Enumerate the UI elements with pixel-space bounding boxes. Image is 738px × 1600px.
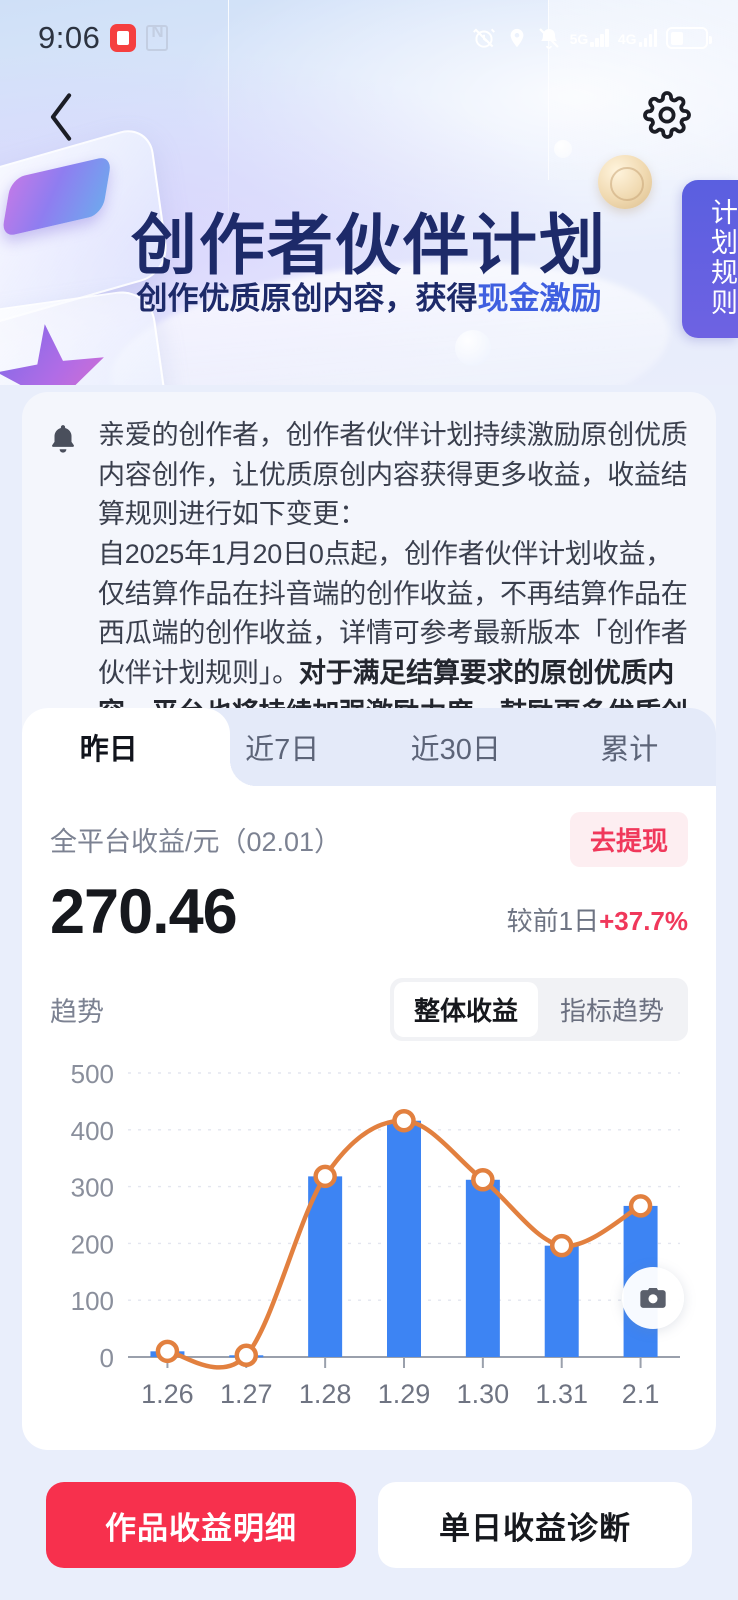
settings-button[interactable] xyxy=(638,88,696,146)
signal-4g-icon: 4G xyxy=(618,29,657,47)
metric-value-row: 270.46 较前1日+37.7% xyxy=(50,881,688,944)
trend-header-row: 趋势 整体收益 指标趋势 xyxy=(50,978,688,1041)
status-bar-clock: 9:06 xyxy=(38,20,101,55)
tab-yesterday[interactable]: 昨日 xyxy=(22,708,196,786)
back-button[interactable] xyxy=(30,88,92,150)
earnings-card: 昨日 近7日 近30日 累计 全平台收益/元（02.01） 去提现 270.46… xyxy=(22,708,716,1450)
svg-text:1.30: 1.30 xyxy=(457,1379,510,1409)
svg-text:1.27: 1.27 xyxy=(220,1379,273,1409)
nfc-icon xyxy=(146,22,169,51)
work-earnings-detail-button[interactable]: 作品收益明细 xyxy=(46,1482,356,1568)
svg-text:300: 300 xyxy=(71,1173,114,1203)
signal-bars-5g xyxy=(590,29,609,47)
trend-label: 趋势 xyxy=(50,997,104,1027)
svg-text:500: 500 xyxy=(71,1059,114,1089)
announcement-paragraph-1: 亲爱的创作者，创作者伙伴计划持续激励原创优质内容创作，让优质原创内容获得更多收益… xyxy=(98,420,688,530)
alarm-off-icon xyxy=(471,25,497,51)
app-notification-icon xyxy=(110,24,137,52)
page-subtitle-plain: 创作优质原创内容，获得 xyxy=(136,281,478,316)
svg-text:100: 100 xyxy=(71,1286,114,1316)
tab-last-7-days[interactable]: 近7日 xyxy=(196,708,370,786)
svg-text:1.31: 1.31 xyxy=(535,1379,588,1409)
gear-icon xyxy=(643,90,691,144)
metric-label: 全平台收益/元（02.01） xyxy=(50,827,342,857)
segment-metric-trend[interactable]: 指标趋势 xyxy=(540,982,684,1037)
daily-earnings-diagnosis-button[interactable]: 单日收益诊断 xyxy=(378,1482,692,1568)
svg-text:1.29: 1.29 xyxy=(378,1379,431,1409)
trend-segmented-control: 整体收益 指标趋势 xyxy=(389,978,688,1041)
segment-overall-earnings[interactable]: 整体收益 xyxy=(393,982,538,1037)
delta-prefix: 较前1日 xyxy=(506,906,600,936)
decor-gradient-chip xyxy=(1,155,113,238)
chevron-left-icon xyxy=(44,90,78,149)
status-bar-left: 9:06 xyxy=(38,20,169,56)
camera-icon xyxy=(637,1282,669,1314)
delta-row: 较前1日+37.7% xyxy=(507,901,688,944)
earnings-body: 全平台收益/元（02.01） 去提现 270.46 较前1日+37.7% 趋势 … xyxy=(22,812,716,1419)
battery-icon xyxy=(666,27,712,49)
svg-text:1.26: 1.26 xyxy=(141,1379,194,1409)
tab-last-30-days[interactable]: 近30日 xyxy=(369,708,543,786)
status-bar: 9:06 5G 4G xyxy=(0,0,738,76)
decor-bubble-large xyxy=(455,330,491,366)
tab-cumulative[interactable]: 累计 xyxy=(543,708,717,786)
decor-bubble-small xyxy=(554,140,572,158)
page-subtitle-highlight: 现金激励 xyxy=(477,281,602,316)
bottom-action-bar: 作品收益明细 单日收益诊断 xyxy=(0,1450,738,1600)
svg-text:1.28: 1.28 xyxy=(299,1379,352,1409)
trend-chart[interactable]: 0 100 200 300 400 500 1.26 1.27 1.28 1.29 1.30 1.31… xyxy=(50,1059,688,1419)
plan-rules-tab[interactable]: 计划规则 xyxy=(682,180,738,338)
delta-value: +37.7% xyxy=(599,906,688,936)
status-bar-right: 5G 4G xyxy=(471,25,712,51)
trend-chart-svg: 0 100 200 300 400 500 1.26 1.27 1.28 1.29 1.30 1.31… xyxy=(71,1059,680,1409)
svg-text:0: 0 xyxy=(100,1343,114,1373)
decor-star-icon xyxy=(0,317,113,385)
screenshot-button[interactable] xyxy=(622,1267,684,1329)
svg-text:2.1: 2.1 xyxy=(622,1379,660,1409)
period-tabs: 昨日 近7日 近30日 累计 xyxy=(22,708,716,786)
location-icon xyxy=(506,25,528,51)
signal-5g-icon: 5G xyxy=(570,29,609,47)
bell-off-icon xyxy=(537,25,561,51)
withdraw-button[interactable]: 去提现 xyxy=(569,812,688,867)
metric-header-row: 全平台收益/元（02.01） 去提现 xyxy=(50,812,688,867)
page-subtitle: 创作优质原创内容，获得现金激励 xyxy=(137,273,602,318)
earnings-value: 270.46 xyxy=(50,877,238,947)
signal-bars-4g xyxy=(638,29,657,47)
svg-text:200: 200 xyxy=(71,1229,114,1259)
svg-text:400: 400 xyxy=(71,1116,114,1146)
